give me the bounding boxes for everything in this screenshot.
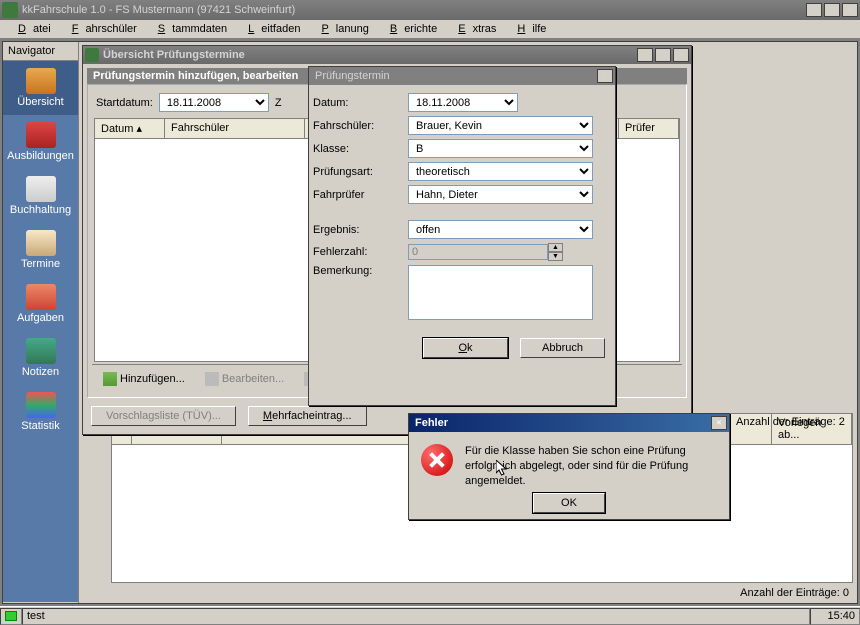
close-button[interactable]: ✕ — [842, 3, 858, 17]
field-fahrschueler[interactable]: Brauer, Kevin — [408, 116, 593, 135]
lbl-klasse: Klasse: — [313, 143, 408, 155]
btn-ok[interactable]: Ok — [423, 338, 508, 358]
field-fahrpruefer[interactable]: Hahn, Dieter — [408, 185, 593, 204]
nav-aufgaben[interactable]: Aufgaben — [3, 277, 78, 331]
field-datum[interactable]: 18.11.2008 — [408, 93, 518, 112]
ov-maximize[interactable]: □ — [655, 48, 671, 62]
status-time: 15:40 — [810, 608, 860, 625]
btn-bearbeiten[interactable]: Bearbeiten... — [198, 369, 291, 389]
lbl-bemerkung: Bemerkung: — [313, 265, 408, 277]
status-led-icon — [5, 611, 17, 621]
statusbar: test 15:40 — [0, 606, 860, 625]
btn-abbruch[interactable]: Abbruch — [520, 338, 605, 358]
menu-hilfe[interactable]: Hilfe — [503, 21, 553, 37]
z-label: Z — [275, 97, 282, 109]
error-message: Für die Klasse haben Sie schon eine Prüf… — [465, 444, 717, 489]
col-pruefer[interactable]: Prüfer — [619, 119, 679, 138]
navigator: Navigator Übersicht Ausbildungen Buchhal… — [3, 42, 79, 603]
dlg-exam-title: Prüfungstermin — [311, 70, 597, 82]
ov-close[interactable]: ✕ — [673, 48, 689, 62]
menu-extras[interactable]: Extras — [444, 21, 503, 37]
menubar: Datei Fahrschüler Stammdaten Leitfaden P… — [0, 20, 860, 39]
nav-termine[interactable]: Termine — [3, 223, 78, 277]
field-bemerkung[interactable] — [408, 265, 593, 320]
menu-leitfaden[interactable]: Leitfaden — [234, 21, 307, 37]
error-icon — [421, 444, 453, 476]
nav-uebersicht[interactable]: Übersicht — [3, 61, 78, 115]
col-datum[interactable]: Datum ▴ — [95, 119, 165, 138]
lbl-pruefungsart: Prüfungsart: — [313, 166, 408, 178]
lbl-fahrpruefer: Fahrprüfer — [313, 189, 408, 201]
ov-minimize[interactable]: _ — [637, 48, 653, 62]
menu-datei[interactable]: Datei — [4, 21, 58, 37]
nav-notizen[interactable]: Notizen — [3, 331, 78, 385]
nav-buchhaltung[interactable]: Buchhaltung — [3, 169, 78, 223]
main-grid-count: Anzahl der Einträge: 0 — [81, 585, 855, 601]
btn-hinzufuegen[interactable]: Hinzufügen... — [96, 369, 192, 389]
col-fahrschueler[interactable]: Fahrschüler — [165, 119, 305, 138]
btn-error-ok[interactable]: OK — [533, 493, 605, 513]
field-ergebnis[interactable]: offen — [408, 220, 593, 239]
menu-stammdaten[interactable]: Stammdaten — [144, 21, 234, 37]
field-fehlerzahl — [408, 244, 548, 260]
field-klasse[interactable]: B — [408, 139, 593, 158]
btn-vorschlagsliste[interactable]: Vorschlagsliste (TÜV)... — [91, 406, 236, 426]
lbl-ergebnis: Ergebnis: — [313, 224, 408, 236]
window-icon — [85, 48, 99, 62]
menu-planung[interactable]: Planung — [307, 21, 375, 37]
menu-fahrschueler[interactable]: Fahrschüler — [58, 21, 144, 37]
startdatum-label: Startdatum: — [96, 97, 153, 109]
minimize-button[interactable]: _ — [806, 3, 822, 17]
dlg-error-close[interactable]: ✕ — [711, 416, 727, 430]
btn-mehrfacheintrag[interactable]: Mehrfacheintrag... — [248, 406, 367, 426]
fehlerzahl-spinner[interactable]: ▲▼ — [548, 243, 563, 261]
lbl-datum: Datum: — [313, 97, 408, 109]
nav-ausbildungen[interactable]: Ausbildungen — [3, 115, 78, 169]
lbl-fahrschueler: Fahrschüler: — [313, 120, 408, 132]
dlg-error-title: Fehler — [411, 417, 711, 429]
nav-statistik[interactable]: Statistik — [3, 385, 78, 439]
maximize-button[interactable]: ❐ — [824, 3, 840, 17]
startdatum-select[interactable]: 18.11.2008 — [159, 93, 269, 112]
dialog-fehler: Fehler ✕ Für die Klasse haben Sie schon … — [408, 413, 730, 520]
main-titlebar: kkFahrschule 1.0 - FS Mustermann (97421 … — [0, 0, 860, 20]
window-uebersicht-title: Übersicht Prüfungstermine — [99, 49, 637, 61]
lbl-fehlerzahl: Fehlerzahl: — [313, 246, 408, 258]
navigator-header: Navigator — [3, 42, 78, 61]
app-icon — [2, 2, 18, 18]
menu-berichte[interactable]: Berichte — [376, 21, 444, 37]
app-title: kkFahrschule 1.0 - FS Mustermann (97421 … — [22, 4, 806, 16]
field-pruefungsart[interactable]: theoretisch — [408, 162, 593, 181]
dlg-exam-close[interactable]: ✕ — [597, 69, 613, 83]
ov-count: Anzahl der Einträge: 2 — [736, 416, 845, 428]
dialog-pruefungstermin: Prüfungstermin ✕ Datum: 18.11.2008 Fahrs… — [308, 66, 616, 406]
status-text: test — [22, 608, 810, 625]
